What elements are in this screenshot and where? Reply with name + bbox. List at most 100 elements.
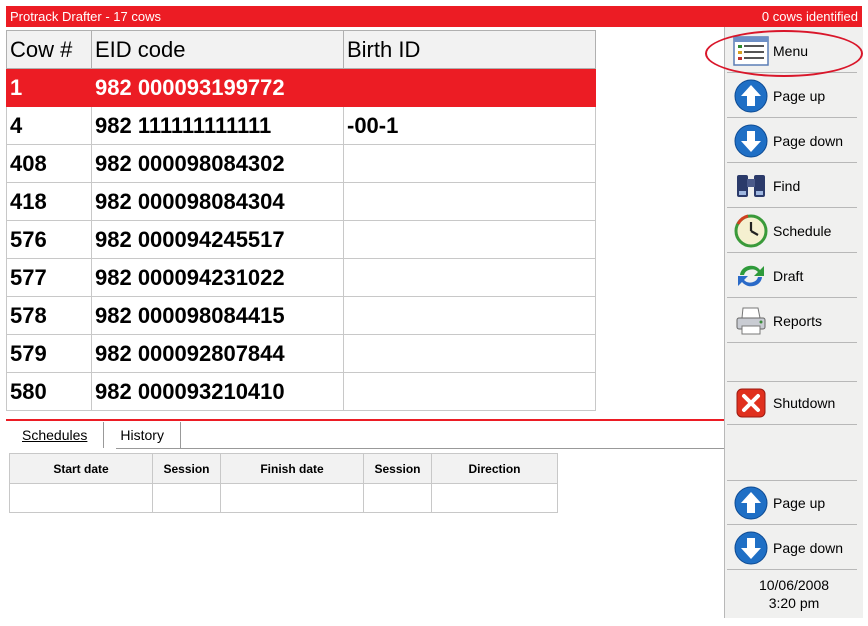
eid-code-cell: 982 111111111111 <box>91 106 344 145</box>
table-row[interactable]: 580 982 000093210410 <box>6 372 596 411</box>
menu-button[interactable]: Menu <box>727 30 857 73</box>
draft-label: Draft <box>773 268 804 284</box>
birth-id-cell <box>343 144 596 183</box>
empty-cell <box>220 483 364 513</box>
page-down-button-2[interactable]: Page down <box>727 527 857 570</box>
table-row[interactable]: 578 982 000098084415 <box>6 296 596 335</box>
column-header-session[interactable]: Session <box>152 453 221 484</box>
arrow-down-icon <box>733 123 769 159</box>
arrow-up-icon <box>733 485 769 521</box>
cow-number-cell: 580 <box>6 372 92 411</box>
birth-id-cell <box>343 182 596 221</box>
page-up-label: Page up <box>773 88 826 104</box>
table-row[interactable]: 418 982 000098084304 <box>6 182 596 221</box>
empty-cell <box>431 483 558 513</box>
cow-number-cell: 4 <box>6 106 92 145</box>
tab-label-schedules: Schedules <box>22 427 88 443</box>
eid-code-cell: 982 000094231022 <box>91 258 344 297</box>
empty-cell <box>363 483 432 513</box>
table-row[interactable] <box>9 483 558 513</box>
schedule-button[interactable]: Schedule <box>727 210 857 253</box>
eid-code-cell: 982 000098084415 <box>91 296 344 335</box>
eid-code-cell: 982 000092807844 <box>91 334 344 373</box>
table-row[interactable]: 576 982 000094245517 <box>6 220 596 259</box>
action-sidebar: Menu Page up Page down Find Schedule Dra… <box>724 27 863 618</box>
table-row[interactable]: 1 982 000093199772 <box>6 68 596 107</box>
column-header-cow-number[interactable]: Cow # <box>6 30 92 69</box>
section-divider <box>6 419 724 421</box>
page-up-button[interactable]: Page up <box>727 75 857 118</box>
eid-code-cell: 982 000094245517 <box>91 220 344 259</box>
cow-number-cell: 576 <box>6 220 92 259</box>
current-time: 3:20 pm <box>768 595 820 611</box>
tab-history[interactable]: History <box>104 422 181 448</box>
window-title: Protrack Drafter - 17 cows <box>10 9 161 24</box>
column-header-birth-id[interactable]: Birth ID <box>343 30 596 69</box>
arrow-down-icon <box>733 530 769 566</box>
cow-table-header: Cow # EID code Birth ID <box>6 30 596 69</box>
birth-id-cell <box>343 220 596 259</box>
clock-icon <box>733 213 769 249</box>
cow-number-cell: 1 <box>6 68 92 107</box>
column-header-eid-code[interactable]: EID code <box>91 30 344 69</box>
schedule-label: Schedule <box>773 223 832 239</box>
find-label: Find <box>773 178 801 194</box>
page-up-button-2[interactable]: Page up <box>727 482 857 525</box>
eid-code-cell: 982 000093199772 <box>91 68 344 107</box>
refresh-arrows-icon <box>733 258 769 294</box>
current-date: 10/06/2008 <box>758 577 830 593</box>
menu-button-label: Menu <box>773 43 809 59</box>
title-bar: Protrack Drafter - 17 cows 0 cows identi… <box>6 6 862 27</box>
shutdown-button[interactable]: Shutdown <box>727 382 857 425</box>
birth-id-cell <box>343 296 596 335</box>
tab-schedules[interactable]: Schedules <box>6 422 105 448</box>
reports-button[interactable]: Reports <box>727 300 857 343</box>
tab-label-history: History <box>120 427 164 443</box>
sidebar-spacer-2 <box>727 427 857 481</box>
cow-table: Cow # EID code Birth ID 1 982 0000931997… <box>6 30 596 411</box>
column-header-start-date[interactable]: Start date <box>9 453 153 484</box>
cow-number-cell: 408 <box>6 144 92 183</box>
birth-id-cell <box>343 68 596 107</box>
empty-cell <box>152 483 221 513</box>
main-pane: Cow # EID code Birth ID 1 982 0000931997… <box>6 27 724 618</box>
eid-code-cell: 982 000098084304 <box>91 182 344 221</box>
printer-icon <box>733 303 769 339</box>
table-row[interactable]: 577 982 000094231022 <box>6 258 596 297</box>
clock-readout: 10/06/2008 3:20 pm <box>725 576 863 612</box>
table-row[interactable]: 408 982 000098084302 <box>6 144 596 183</box>
birth-id-cell <box>343 372 596 411</box>
page-up-label-2: Page up <box>773 495 826 511</box>
column-header-finish-date[interactable]: Finish date <box>220 453 364 484</box>
empty-cell <box>9 483 153 513</box>
eid-code-cell: 982 000093210410 <box>91 372 344 411</box>
cow-number-cell: 579 <box>6 334 92 373</box>
cow-number-cell: 578 <box>6 296 92 335</box>
column-header-session-2[interactable]: Session <box>363 453 432 484</box>
birth-id-cell <box>343 334 596 373</box>
page-down-button[interactable]: Page down <box>727 120 857 163</box>
table-row[interactable]: 579 982 000092807844 <box>6 334 596 373</box>
shutdown-label: Shutdown <box>773 395 836 411</box>
draft-button[interactable]: Draft <box>727 255 857 298</box>
birth-id-cell: -00-1 <box>343 106 596 145</box>
column-header-direction[interactable]: Direction <box>431 453 558 484</box>
binoculars-icon <box>733 168 769 204</box>
birth-id-cell <box>343 258 596 297</box>
cow-number-cell: 418 <box>6 182 92 221</box>
page-down-label-2: Page down <box>773 540 844 556</box>
arrow-up-icon <box>733 78 769 114</box>
schedule-table-header: Start date Session Finish date Session D… <box>9 453 558 484</box>
cows-identified-status: 0 cows identified <box>761 9 858 24</box>
schedule-table: Start date Session Finish date Session D… <box>9 453 558 513</box>
sidebar-spacer <box>727 345 857 382</box>
menu-list-icon <box>733 33 769 69</box>
cow-number-cell: 577 <box>6 258 92 297</box>
page-down-label: Page down <box>773 133 844 149</box>
find-button[interactable]: Find <box>727 165 857 208</box>
eid-code-cell: 982 000098084302 <box>91 144 344 183</box>
reports-label: Reports <box>773 313 823 329</box>
detail-tabs: Schedules History <box>6 422 181 449</box>
table-row[interactable]: 4 982 111111111111 -00-1 <box>6 106 596 145</box>
close-icon <box>733 385 769 421</box>
